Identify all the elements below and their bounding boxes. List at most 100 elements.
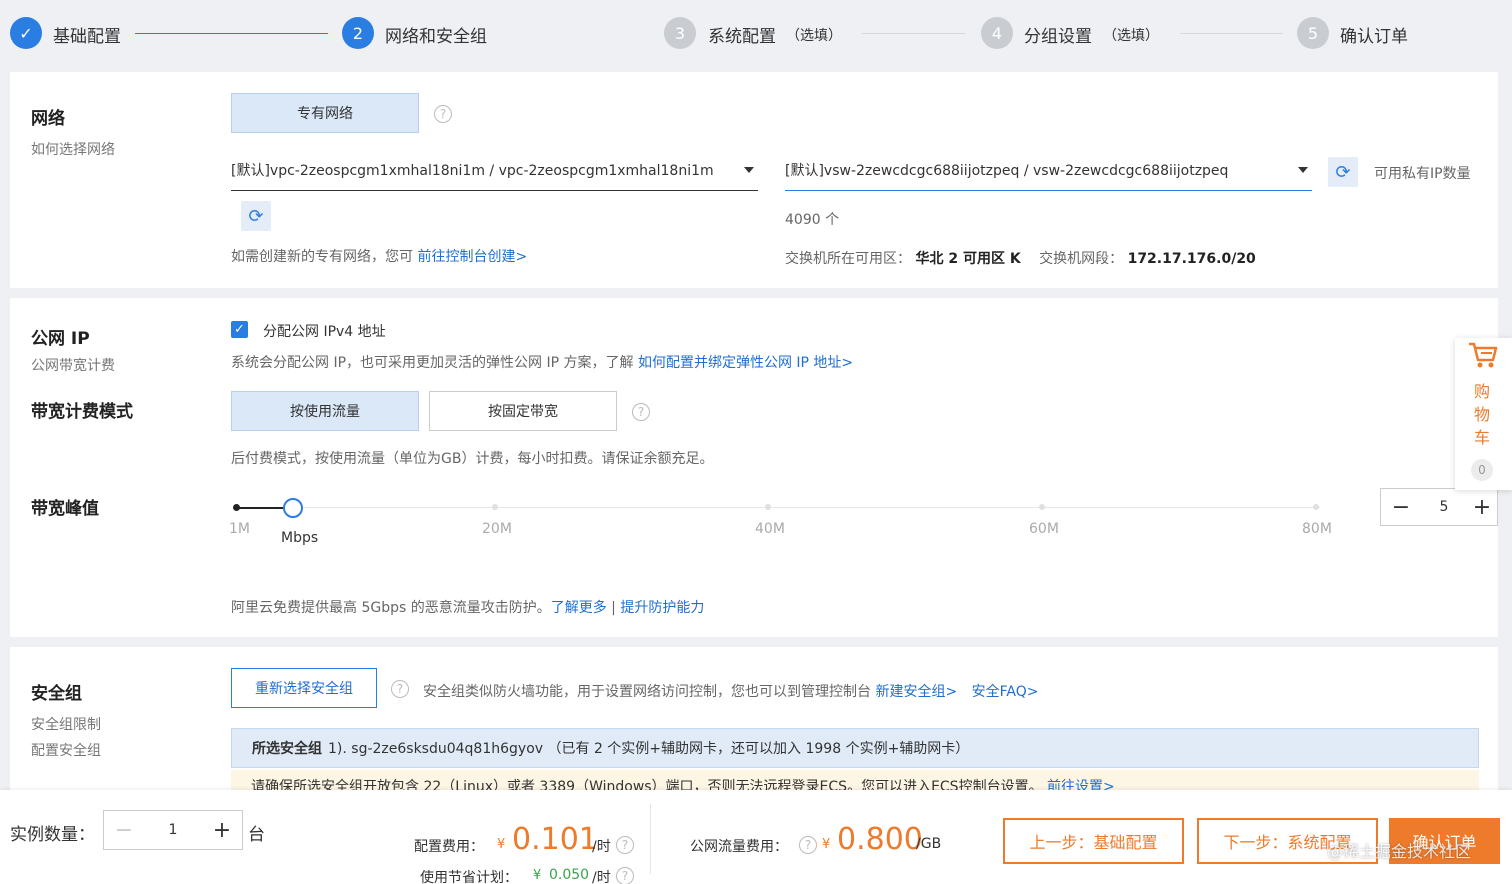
network-title: 网络	[31, 109, 65, 129]
help-icon[interactable]: ?	[616, 867, 634, 884]
quantity-unit: 台	[248, 825, 265, 845]
step-5-label: 确认订单	[1340, 27, 1408, 47]
cidr-value: 172.17.176.0/20	[1127, 251, 1256, 267]
slider-tick-label: 1M	[229, 521, 250, 537]
prev-step-button[interactable]: 上一步：基础配置	[1003, 818, 1184, 864]
ddos-hint-text: 阿里云免费提供最高 5Gbps 的恶意流量攻击防护。	[231, 600, 551, 616]
eip-config-link[interactable]: 如何配置并绑定弹性公网 IP 地址>	[638, 355, 853, 371]
bandwidth-stepper[interactable]: − 5 +	[1380, 488, 1498, 526]
slider-unit: Mbps	[281, 530, 319, 546]
watermark: @稀土掘金技术社区	[1327, 842, 1472, 861]
step-3-optional: （选填）	[786, 28, 842, 44]
step-2-number: 2	[342, 17, 374, 49]
security-faq-link[interactable]: 安全FAQ>	[972, 684, 1039, 700]
step-4-optional: （选填）	[1103, 28, 1159, 44]
public-ip-title: 公网 IP	[31, 329, 90, 349]
improve-protection-link[interactable]: 提升防护能力	[620, 600, 704, 616]
create-vpc-hint: 如需创建新的专有网络，您可 前往控制台创建>	[231, 246, 527, 266]
vswitch-select[interactable]: [默认]vsw-2zewcdcgc688iijotzpeq / vsw-2zew…	[785, 149, 1312, 191]
help-icon[interactable]: ?	[799, 836, 817, 854]
order-summary-bar: 实例数量： − 1 + 台 配置费用： ¥ 0.101 /时 ? 使用节省计划：…	[0, 790, 1512, 884]
selected-sg-value: 1). sg-2ze6sksdu04q81h6gyov （已有 2 个实例+辅助…	[328, 741, 970, 757]
create-vpc-hint-text: 如需创建新的专有网络，您可	[231, 249, 413, 265]
vpc-select[interactable]: [默认]vpc-2zeospcgm1xmhal18ni1m / vpc-2zeo…	[231, 149, 758, 191]
bandwidth-billing-link[interactable]: 公网带宽计费	[31, 355, 115, 375]
vpc-select-value: [默认]vpc-2zeospcgm1xmhal18ni1m / vpc-2zeo…	[231, 162, 714, 179]
step-5-number: 5	[1297, 17, 1329, 49]
ip-count-label: 可用私有IP数量	[1374, 166, 1471, 182]
slider-tick-label: 20M	[482, 521, 512, 537]
chevron-down-icon	[744, 167, 754, 173]
quantity-label: 实例数量：	[10, 825, 95, 845]
help-icon[interactable]: ?	[391, 680, 409, 698]
slider-tick-dot	[765, 504, 771, 510]
ip-count-value: 4090 个	[785, 212, 840, 228]
savings-plan-label: 使用节省计划：	[420, 870, 518, 884]
step-2-label: 网络和安全组	[385, 27, 487, 47]
traffic-fee-label: 公网流量费用：	[690, 839, 788, 855]
progress-steps: ✓ 基础配置 2 网络和安全组 3 系统配置 （选填） 4 分组设置 （选填） …	[0, 0, 1512, 68]
help-icon[interactable]: ?	[434, 105, 452, 123]
security-group-hint-text: 安全组类似防火墙功能，用于设置网络访问控制，您也可以到管理控制台	[423, 684, 871, 700]
cart-label-char: 车	[1474, 428, 1491, 447]
create-vpc-link[interactable]: 前往控制台创建>	[417, 249, 527, 265]
savings-plan-unit: /时	[592, 870, 611, 884]
public-ip-hint: 系统会分配公网 IP，也可采用更加灵活的弹性公网 IP 方案，了解 如何配置并绑…	[231, 352, 853, 372]
plus-icon[interactable]: +	[202, 818, 242, 843]
selected-security-group: 所选安全组 1). sg-2ze6sksdu04q81h6gyov （已有 2 …	[231, 728, 1479, 768]
refresh-vswitch-icon[interactable]: ⟳	[1328, 157, 1358, 187]
security-group-hint: 安全组类似防火墙功能，用于设置网络访问控制，您也可以到管理控制台 新建安全组> …	[423, 681, 1039, 701]
help-icon[interactable]: ?	[632, 403, 650, 421]
port-warning: 请确保所选安全组开放包含 22（Linux）或者 3389（Windows）端口…	[231, 770, 1479, 790]
config-fee-unit: /时	[592, 839, 611, 855]
billing-hint: 后付费模式，按使用流量（单位为GB）计费，每小时扣费。请保证余额充足。	[231, 451, 714, 467]
quantity-value[interactable]: 1	[144, 822, 202, 838]
help-icon[interactable]: ?	[616, 836, 634, 854]
bandwidth-stepper-value[interactable]: 5	[1421, 499, 1467, 515]
refresh-vpc-icon[interactable]: ⟳	[241, 201, 271, 231]
public-ip-hint-text: 系统会分配公网 IP，也可采用更加灵活的弹性公网 IP 方案，了解	[231, 355, 634, 371]
zone-value: 华北 2 可用区 K	[915, 251, 1021, 267]
shopping-cart[interactable]: 购 物 车 0	[1455, 338, 1512, 490]
billing-mode-title: 带宽计费模式	[31, 402, 133, 422]
pay-by-traffic-button[interactable]: 按使用流量	[231, 391, 419, 431]
vpc-type-button[interactable]: 专有网络	[231, 93, 419, 133]
security-group-card: 安全组 安全组限制 配置安全组 重新选择安全组 ? 安全组类似防火墙功能，用于设…	[10, 647, 1498, 797]
config-fee-value: 0.101	[512, 822, 598, 857]
configure-security-group-link[interactable]: 配置安全组	[31, 740, 101, 760]
step-3-label: 系统配置	[708, 27, 776, 47]
assign-ipv4-checkbox[interactable]: ✓	[231, 321, 248, 338]
cart-count-badge: 0	[1471, 459, 1493, 481]
step-4-label: 分组设置	[1024, 27, 1092, 47]
reselect-security-group-button[interactable]: 重新选择安全组	[231, 668, 377, 708]
slider-start	[233, 504, 240, 511]
security-group-limits-link[interactable]: 安全组限制	[31, 714, 101, 734]
learn-more-link[interactable]: 了解更多	[551, 600, 607, 616]
cart-label-char: 物	[1474, 405, 1491, 424]
vswitch-select-value: [默认]vsw-2zewcdcgc688iijotzpeq / vsw-2zew…	[785, 162, 1229, 179]
step-1-check-icon[interactable]: ✓	[10, 17, 42, 49]
minus-icon[interactable]: −	[104, 818, 144, 843]
assign-ipv4-label[interactable]: 分配公网 IPv4 地址	[263, 321, 386, 341]
security-group-title: 安全组	[31, 684, 82, 704]
step-connector	[135, 33, 328, 34]
plus-icon[interactable]: +	[1467, 495, 1497, 520]
savings-plan-value: 0.050	[549, 867, 590, 883]
slider-handle[interactable]	[282, 498, 303, 518]
currency-symbol: ¥	[497, 837, 506, 852]
quantity-stepper[interactable]: − 1 +	[103, 810, 243, 850]
currency-symbol: ¥	[822, 837, 831, 852]
slider-tick-dot	[492, 504, 498, 510]
pay-by-bandwidth-button[interactable]: 按固定带宽	[429, 391, 617, 431]
step-connector	[1180, 33, 1283, 34]
step-1-label[interactable]: 基础配置	[53, 22, 121, 47]
how-to-choose-network-link[interactable]: 如何选择网络	[31, 139, 115, 159]
minus-icon[interactable]: −	[1381, 495, 1421, 520]
create-security-group-link[interactable]: 新建安全组>	[875, 684, 957, 700]
currency-symbol: ¥	[533, 868, 542, 883]
divider	[650, 804, 651, 874]
zone-label: 交换机所在可用区：	[785, 251, 911, 267]
slider-tick-dot	[1313, 504, 1319, 510]
go-settings-link[interactable]: 前往设置>	[1047, 779, 1115, 790]
cidr-label: 交换机网段：	[1039, 251, 1124, 267]
